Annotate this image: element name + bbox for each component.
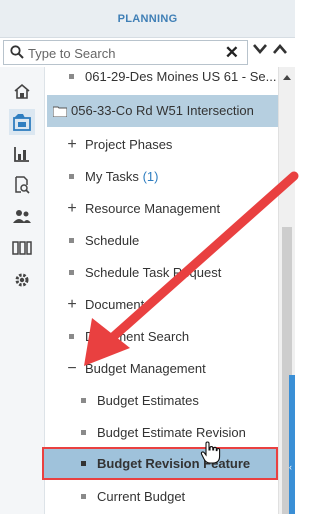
navigation-tree: 061-29-Des Moines US 61 - Se... 056-33-C…: [47, 67, 278, 514]
tree-item-budget-estimate-revision[interactable]: Budget Estimate Revision: [47, 417, 278, 449]
bullet-icon: [69, 174, 74, 179]
project-icon[interactable]: [9, 109, 35, 135]
tree-item-des-moines[interactable]: 061-29-Des Moines US 61 - Se...: [47, 67, 278, 93]
scroll-up-arrow-icon[interactable]: [283, 75, 291, 80]
tree-item-project-phases[interactable]: + Project Phases: [47, 129, 278, 161]
tree-item-schedule[interactable]: Schedule: [47, 225, 278, 257]
tree-item-budget-estimates[interactable]: Budget Estimates: [47, 385, 278, 417]
expand-icon[interactable]: +: [67, 297, 77, 313]
clear-search-button[interactable]: ✕: [225, 43, 239, 63]
icon-rail: [0, 67, 45, 514]
bullet-icon: [81, 398, 86, 403]
home-icon[interactable]: [9, 78, 35, 104]
content-area: [295, 0, 311, 514]
tree-item-budget-management[interactable]: − Budget Management: [47, 353, 278, 385]
chevron-up-icon[interactable]: [272, 42, 288, 56]
building-chart-icon[interactable]: [9, 141, 35, 167]
tree-item-schedule-task-request[interactable]: Schedule Task Request: [47, 257, 278, 289]
gear-icon[interactable]: [9, 267, 35, 293]
tree-item-budget-revision-feature[interactable]: Budget Revision Feature: [47, 448, 278, 480]
panel-header: PLANNING: [0, 0, 295, 38]
tree-item-current-budget[interactable]: Current Budget: [47, 481, 278, 513]
tree-item-resource-management[interactable]: + Resource Management: [47, 193, 278, 225]
panel-title: PLANNING: [117, 13, 178, 25]
tree-item-co-rd-w51[interactable]: 056-33-Co Rd W51 Intersection: [47, 95, 278, 127]
bullet-icon: [69, 270, 74, 275]
tree-item-documents[interactable]: + Documents: [47, 289, 278, 321]
tree-item-my-tasks[interactable]: My Tasks (1): [47, 161, 278, 193]
bullet-icon: [69, 238, 74, 243]
hand-cursor-icon: [200, 441, 221, 464]
bullet-icon: [81, 430, 86, 435]
expand-icon[interactable]: +: [67, 201, 77, 217]
tree-item-document-search[interactable]: Document Search: [47, 321, 278, 353]
planning-screen: PLANNING Type to Search ✕ 061-29-Des Moi…: [0, 0, 311, 514]
document-search-icon[interactable]: [9, 172, 35, 198]
search-input[interactable]: Type to Search: [28, 46, 115, 61]
bullet-icon: [69, 74, 74, 79]
bullet-icon: [81, 494, 86, 499]
planning-panel: PLANNING Type to Search ✕ 061-29-Des Moi…: [0, 0, 295, 514]
expand-icon[interactable]: +: [67, 137, 77, 153]
chevron-left-icon[interactable]: ‹: [289, 462, 292, 472]
bullet-icon: [69, 334, 74, 339]
columns-icon[interactable]: [9, 235, 35, 261]
bullet-icon: [81, 461, 86, 466]
search-icon: [10, 45, 24, 59]
collapse-icon[interactable]: −: [67, 361, 77, 377]
people-icon[interactable]: [9, 204, 35, 230]
search-box[interactable]: Type to Search ✕: [3, 40, 248, 65]
folder-icon: [53, 106, 67, 117]
task-count-badge: (1): [142, 169, 159, 184]
chevron-down-icon[interactable]: [252, 42, 268, 56]
